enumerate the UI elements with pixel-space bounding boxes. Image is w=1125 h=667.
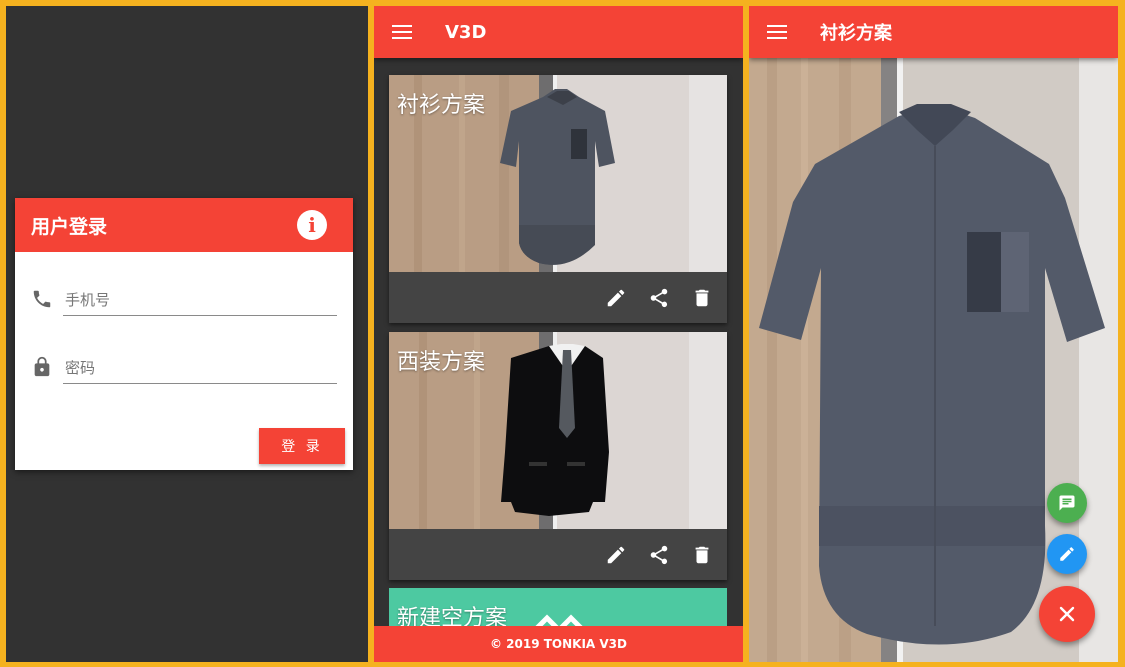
message-icon — [1059, 495, 1075, 511]
password-row — [31, 352, 337, 384]
footer: © 2019 TONKIA V3D — [374, 626, 743, 662]
project-card-suit[interactable]: 西装方案 — [389, 332, 727, 580]
suit-thumbnail: 西装方案 — [389, 332, 727, 529]
edit-icon — [1060, 547, 1074, 561]
card-title: 西装方案 — [397, 350, 486, 375]
close-icon — [1059, 606, 1075, 622]
phone-input[interactable] — [63, 284, 337, 316]
menu-icon[interactable] — [392, 24, 412, 40]
share-icon[interactable] — [648, 287, 670, 309]
edit-icon[interactable] — [605, 287, 627, 309]
project-card-shirt[interactable]: 衬衫方案 — [389, 75, 727, 323]
share-icon[interactable] — [648, 544, 670, 566]
delete-icon[interactable] — [691, 544, 713, 566]
menu-icon[interactable] — [767, 24, 787, 40]
detail-app-bar: 衬衫方案 — [749, 6, 1118, 58]
detail-title: 衬衫方案 — [820, 23, 892, 44]
phone-icon — [33, 290, 51, 308]
login-header: 用户登录 i — [15, 198, 353, 252]
project-list-screen: V3D 衬衫方案 西装方案 新建空方案 © 2019 TONKIA V3D — [374, 6, 743, 662]
list-app-bar: V3D — [374, 6, 743, 58]
login-screen: 用户登录 i 登 录 — [6, 6, 368, 662]
app-title: V3D — [445, 21, 487, 43]
phone-row — [31, 284, 337, 316]
card-actions — [389, 272, 727, 323]
edit-fab[interactable] — [1047, 534, 1087, 574]
info-icon[interactable]: i — [297, 210, 327, 240]
password-input[interactable] — [63, 352, 337, 384]
shirt-thumbnail: 衬衫方案 — [389, 75, 727, 272]
close-fab[interactable] — [1039, 586, 1095, 642]
login-title: 用户登录 — [31, 215, 108, 238]
login-button[interactable]: 登 录 — [259, 428, 345, 464]
shirt-detail-screen: 衬衫方案 — [749, 6, 1118, 662]
lock-icon — [34, 356, 50, 377]
edit-icon[interactable] — [605, 544, 627, 566]
card-title: 衬衫方案 — [397, 93, 486, 118]
message-fab[interactable] — [1047, 483, 1087, 523]
delete-icon[interactable] — [691, 287, 713, 309]
card-actions — [389, 529, 727, 580]
login-card: 用户登录 i 登 录 — [15, 198, 353, 470]
